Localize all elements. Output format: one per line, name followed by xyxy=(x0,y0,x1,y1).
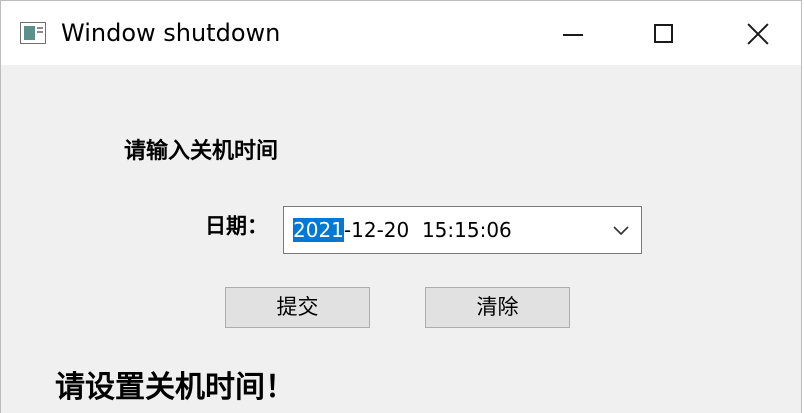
chevron-down-icon[interactable] xyxy=(611,221,631,241)
shutdown-window: Window shutdown 请输入关机时间 日期： 2021-12-20 1… xyxy=(0,0,802,413)
title-bar[interactable]: Window shutdown xyxy=(1,1,801,65)
datetime-value[interactable]: 2021-12-20 15:15:06 xyxy=(293,215,512,245)
close-button[interactable] xyxy=(711,1,797,65)
app-icon-line xyxy=(37,27,43,29)
app-icon-line xyxy=(37,31,43,33)
clear-button[interactable]: 清除 xyxy=(425,287,570,328)
window-title: Window shutdown xyxy=(61,19,281,47)
app-window-icon[interactable] xyxy=(20,22,46,44)
datetime-rest[interactable]: -12-20 15:15:06 xyxy=(344,218,512,242)
maximize-button[interactable] xyxy=(621,1,707,65)
date-label: 日期： xyxy=(205,214,268,238)
maximize-icon xyxy=(654,24,673,43)
submit-button[interactable]: 提交 xyxy=(225,287,370,328)
datetime-picker[interactable]: 2021-12-20 15:15:06 xyxy=(283,206,642,254)
shutdown-prompt-label: 请输入关机时间 xyxy=(124,139,279,164)
app-icon-block xyxy=(24,26,35,40)
status-message: 请设置关机时间！ xyxy=(55,370,295,405)
minimize-button[interactable] xyxy=(531,1,617,65)
minimize-icon xyxy=(563,34,583,36)
datetime-selected-year[interactable]: 2021 xyxy=(293,218,344,242)
